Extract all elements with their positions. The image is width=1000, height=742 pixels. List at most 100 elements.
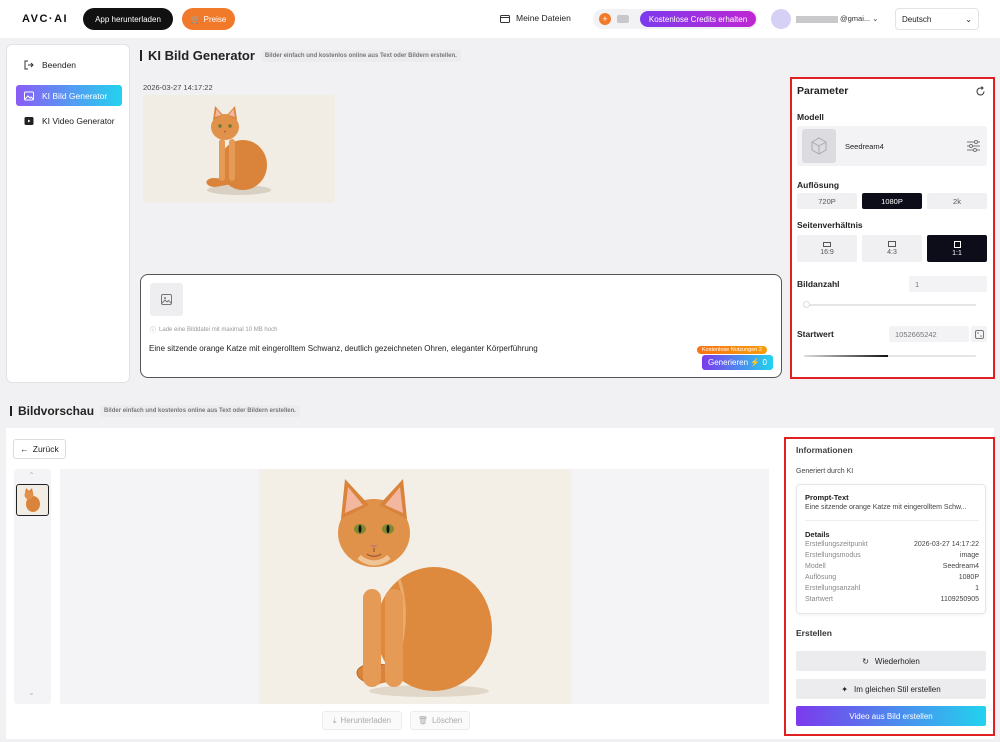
seed-input[interactable]: 1052665242 bbox=[889, 326, 969, 342]
generate-label: Generieren bbox=[708, 358, 749, 367]
aspect-option-16-9[interactable]: 16:9 bbox=[797, 235, 857, 262]
prompt-excerpt: Eine sitzende orange Katze mit eingeroll… bbox=[805, 504, 967, 511]
sidebar-item-label: Beenden bbox=[42, 59, 77, 70]
same-style-label: Im gleichen Stil erstellen bbox=[853, 684, 941, 694]
detail-value: image bbox=[959, 552, 979, 559]
sidebar-item-video-generator[interactable]: KI Video Generator bbox=[16, 110, 122, 131]
details-heading: Details bbox=[805, 530, 830, 539]
prices-button[interactable]: 🛒 Preise bbox=[182, 8, 235, 30]
aspect-label: 1:1 bbox=[952, 249, 962, 257]
parameter-panel: Parameter Modell Seedream4 Auflösung 720… bbox=[790, 77, 995, 379]
free-credits-button[interactable]: Kostenlose Credits erhalten bbox=[640, 11, 756, 27]
resolution-option-2k[interactable]: 2k bbox=[927, 193, 987, 209]
download-icon: ⤓ bbox=[332, 715, 337, 725]
selected-thumbnail[interactable] bbox=[16, 484, 49, 516]
sidebar-item-label: KI Bild Generator bbox=[42, 90, 108, 101]
preview-title: Bildvorschau bbox=[18, 404, 95, 418]
model-label: Modell bbox=[797, 112, 824, 122]
detail-value: 1 bbox=[975, 585, 979, 592]
detail-key: Erstellungsmodus bbox=[805, 552, 861, 559]
sidebar-item-image-generator[interactable]: KI Bild Generator bbox=[16, 85, 122, 106]
seed-slider-fill bbox=[804, 355, 888, 357]
info-card: Prompt-Text Eine sitzende orange Katze m… bbox=[796, 484, 986, 614]
dice-icon bbox=[974, 329, 984, 339]
generate-cost: ⚡ 0 bbox=[750, 358, 767, 367]
divider bbox=[805, 520, 979, 521]
detail-row: Modell Seedream4 bbox=[805, 563, 979, 570]
square-icon bbox=[953, 240, 961, 248]
my-files-link[interactable]: Meine Dateien bbox=[500, 13, 571, 23]
same-style-button[interactable]: ✦ Im gleichen Stil erstellen bbox=[796, 679, 986, 699]
detail-row: Auflösung 1080P bbox=[805, 574, 979, 581]
info-panel: Informationen Generiert durch KI Prompt-… bbox=[784, 437, 995, 736]
repeat-button[interactable]: ↻ Wiederholen bbox=[796, 651, 986, 671]
upload-hint-text: Lade eine Bilddatei mit maximal 10 MB ho… bbox=[159, 326, 278, 333]
parameter-title: Parameter bbox=[797, 85, 849, 97]
chevron-up-icon[interactable]: ⌃ bbox=[28, 471, 35, 480]
sidebar-item-exit[interactable]: Beenden bbox=[16, 54, 122, 75]
back-button[interactable]: ← Zurück bbox=[13, 439, 66, 459]
detail-key: Modell bbox=[805, 563, 826, 570]
app-logo[interactable]: AVC·AI bbox=[22, 13, 68, 25]
aspect-option-1-1[interactable]: 1:1 bbox=[927, 235, 987, 262]
language-value: Deutsch bbox=[902, 14, 932, 24]
video-from-image-button[interactable]: Video aus Bild erstellen bbox=[796, 706, 986, 726]
plus-icon: + bbox=[599, 13, 611, 25]
image-count-label: Bildanzahl bbox=[797, 279, 840, 289]
info-title: Informationen bbox=[796, 445, 853, 455]
download-app-button[interactable]: App herunterladen bbox=[83, 8, 173, 30]
image-count-slider[interactable] bbox=[804, 304, 976, 306]
title-accent-bar bbox=[140, 50, 142, 61]
image-count-input[interactable]: 1 bbox=[909, 276, 987, 292]
video-from-image-label: Video aus Bild erstellen bbox=[849, 711, 933, 721]
preview-image[interactable] bbox=[259, 469, 571, 704]
random-seed-button[interactable] bbox=[971, 326, 987, 342]
landscape-icon bbox=[823, 241, 831, 247]
refresh-icon: ↻ bbox=[862, 656, 869, 666]
detail-key: Erstellungszeitpunkt bbox=[805, 541, 868, 548]
prompt-input[interactable]: Eine sitzende orange Katze mit eingeroll… bbox=[149, 344, 538, 353]
image-upload-button[interactable] bbox=[150, 283, 183, 316]
model-name: Seedream4 bbox=[845, 142, 884, 151]
reset-icon[interactable] bbox=[975, 86, 986, 97]
free-uses-badge: Kostenlose Nutzungen 2 bbox=[697, 346, 767, 354]
generation-timestamp: 2026-03-27 14:17:22 bbox=[143, 83, 213, 92]
aspect-label: 4:3 bbox=[887, 249, 897, 256]
detail-row: Erstellungsmodus image bbox=[805, 552, 979, 559]
detail-row: Erstellungsanzahl 1 bbox=[805, 585, 979, 592]
my-files-label: Meine Dateien bbox=[516, 13, 571, 23]
page-title: KI Bild Generator bbox=[148, 48, 255, 63]
aspect-ratio-label: Seitenverhältnis bbox=[797, 220, 863, 230]
aspect-option-4-3[interactable]: 4:3 bbox=[862, 235, 922, 262]
resolution-label: Auflösung bbox=[797, 180, 840, 190]
arrow-left-icon: ← bbox=[20, 444, 29, 454]
avatar[interactable] bbox=[771, 9, 791, 29]
detail-value: 1080P bbox=[958, 574, 979, 581]
resolution-option-720p[interactable]: 720P bbox=[797, 193, 857, 209]
chevron-down-icon[interactable]: ⌄ bbox=[28, 688, 35, 697]
cart-icon: 🛒 bbox=[190, 14, 201, 24]
detail-value: 2026-03-27 14:17:22 bbox=[914, 541, 979, 548]
generate-button[interactable]: Generieren ⚡ 0 bbox=[702, 355, 773, 370]
seed-label: Startwert bbox=[797, 329, 834, 339]
aspect-label: 16:9 bbox=[820, 248, 834, 256]
delete-button[interactable]: 🗑 Löschen bbox=[410, 711, 470, 730]
upload-hint: ⓘ Lade eine Bilddatei mit maximal 10 MB … bbox=[150, 325, 278, 335]
model-selector[interactable]: Seedream4 bbox=[797, 126, 987, 166]
detail-row: Startwert 1109250905 bbox=[805, 596, 979, 603]
folder-icon bbox=[500, 14, 510, 23]
free-uses-label: Kostenlose Nutzungen bbox=[702, 347, 758, 353]
resolution-option-1080p[interactable]: 1080P bbox=[862, 193, 922, 209]
delete-label: Löschen bbox=[431, 716, 463, 725]
detail-key: Auflösung bbox=[805, 574, 837, 581]
chevron-down-icon: ⌄ bbox=[965, 14, 972, 24]
user-email[interactable]: @gmai... ⌄ bbox=[796, 14, 879, 23]
generated-image-thumbnail[interactable] bbox=[143, 95, 335, 203]
image-count-slider-handle[interactable] bbox=[803, 301, 810, 308]
language-select[interactable]: Deutsch ⌄ bbox=[895, 8, 979, 30]
download-button[interactable]: ⤓ Herunterladen bbox=[322, 711, 402, 730]
preview-subtitle: Bilder einfach und kostenlos online aus … bbox=[100, 405, 300, 417]
trash-icon: 🗑 bbox=[417, 716, 428, 725]
settings-sliders-icon[interactable] bbox=[967, 140, 980, 152]
landscape-icon bbox=[888, 241, 896, 247]
